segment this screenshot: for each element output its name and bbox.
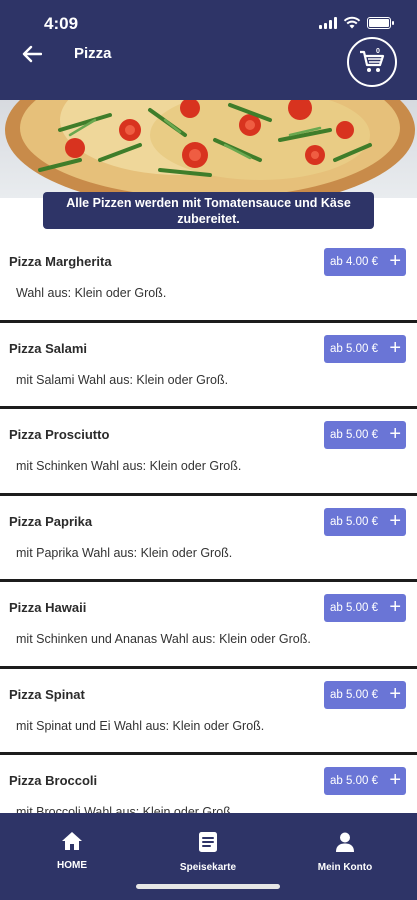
price-label: ab 5.00 € <box>330 342 378 355</box>
battery-icon <box>367 16 394 29</box>
item-name: Pizza Spinat <box>9 686 85 702</box>
item-name: Pizza Prosciutto <box>9 427 110 442</box>
status-time: 4:09 <box>44 14 79 33</box>
item-name: Pizza Broccoli <box>9 773 98 788</box>
add-to-cart-button[interactable]: ab 5.00 € + <box>324 421 406 449</box>
nav-menu-label: Speisekarte <box>179 862 237 873</box>
add-to-cart-button[interactable]: ab 5.00 € + <box>324 334 406 363</box>
item-description: mit Schinken und Ananas Wahl aus: Klein … <box>16 632 311 646</box>
shopping-cart-icon <box>360 50 385 72</box>
item-description: Wahl aus: Klein oder Groß. <box>16 286 167 300</box>
item-name: Pizza Paprika <box>9 513 93 529</box>
hero-caption: Alle Pizzen werden mit Tomatensauce und … <box>43 192 374 229</box>
item-description: mit Paprika Wahl aus: Klein oder Groß. <box>16 545 233 560</box>
list-item[interactable]: Pizza Salami ab 5.00 € + mit Salami Wahl… <box>0 322 417 409</box>
plus-icon: + <box>389 509 401 532</box>
nav-home-label: HOME <box>57 860 87 871</box>
nav-account[interactable]: Mein Konto <box>295 831 395 873</box>
plus-icon: + <box>389 769 401 791</box>
plus-icon: + <box>389 336 401 359</box>
menu-list: Pizza Margherita ab 4.00 € + Wahl aus: K… <box>0 236 417 842</box>
price-label: ab 5.00 € <box>330 429 378 441</box>
wifi-icon <box>343 16 361 29</box>
add-to-cart-button[interactable]: ab 5.00 € + <box>324 767 406 795</box>
status-icons <box>319 16 394 29</box>
cart-count-badge: 0 <box>376 48 380 55</box>
add-to-cart-button[interactable]: ab 5.00 € + <box>324 680 406 709</box>
nav-home[interactable]: HOME <box>22 831 122 871</box>
nav-menu[interactable]: Speisekarte <box>158 831 258 873</box>
arrow-left-icon <box>22 45 42 63</box>
item-name: Pizza Hawaii <box>9 600 87 615</box>
list-item[interactable]: Pizza Paprika ab 5.00 € + mit Paprika Wa… <box>0 495 417 582</box>
price-label: ab 4.00 € <box>330 256 378 268</box>
pizza-image <box>5 100 415 198</box>
price-label: ab 5.00 € <box>330 688 378 701</box>
list-item[interactable]: Pizza Spinat ab 5.00 € + mit Spinat und … <box>0 668 417 755</box>
item-name: Pizza Salami <box>9 340 88 356</box>
plus-icon: + <box>389 682 401 705</box>
price-label: ab 5.00 € <box>330 775 378 787</box>
add-to-cart-button[interactable]: ab 4.00 € + <box>324 248 406 276</box>
item-description: mit Spinat und Ei Wahl aus: Klein oder G… <box>16 718 265 733</box>
cart-button[interactable]: 0 <box>347 37 397 87</box>
add-to-cart-button[interactable]: ab 5.00 € + <box>324 594 406 622</box>
plus-icon: + <box>389 250 401 272</box>
app-header: 4:09 Pizza 0 <box>0 0 417 100</box>
item-name: Pizza Margherita <box>9 254 112 269</box>
menu-card-icon <box>199 832 217 852</box>
price-label: ab 5.00 € <box>330 602 378 614</box>
hero-image <box>0 100 417 198</box>
list-item[interactable]: Pizza Prosciutto ab 5.00 € + mit Schinke… <box>0 409 417 496</box>
home-icon <box>62 832 82 850</box>
home-indicator <box>136 884 280 889</box>
item-description: mit Salami Wahl aus: Klein oder Groß. <box>16 372 229 387</box>
user-icon <box>336 832 354 852</box>
list-item[interactable]: Pizza Hawaii ab 5.00 € + mit Schinken un… <box>0 582 417 669</box>
price-label: ab 5.00 € <box>330 515 378 528</box>
list-item[interactable]: Pizza Margherita ab 4.00 € + Wahl aus: K… <box>0 236 417 323</box>
plus-icon: + <box>389 596 401 618</box>
page-title: Pizza <box>74 45 112 62</box>
nav-account-label: Mein Konto <box>317 862 373 873</box>
back-button[interactable] <box>16 40 48 68</box>
item-description: mit Schinken Wahl aus: Klein oder Groß. <box>16 459 242 473</box>
signal-icon <box>319 16 337 29</box>
plus-icon: + <box>389 423 401 445</box>
add-to-cart-button[interactable]: ab 5.00 € + <box>324 507 406 536</box>
